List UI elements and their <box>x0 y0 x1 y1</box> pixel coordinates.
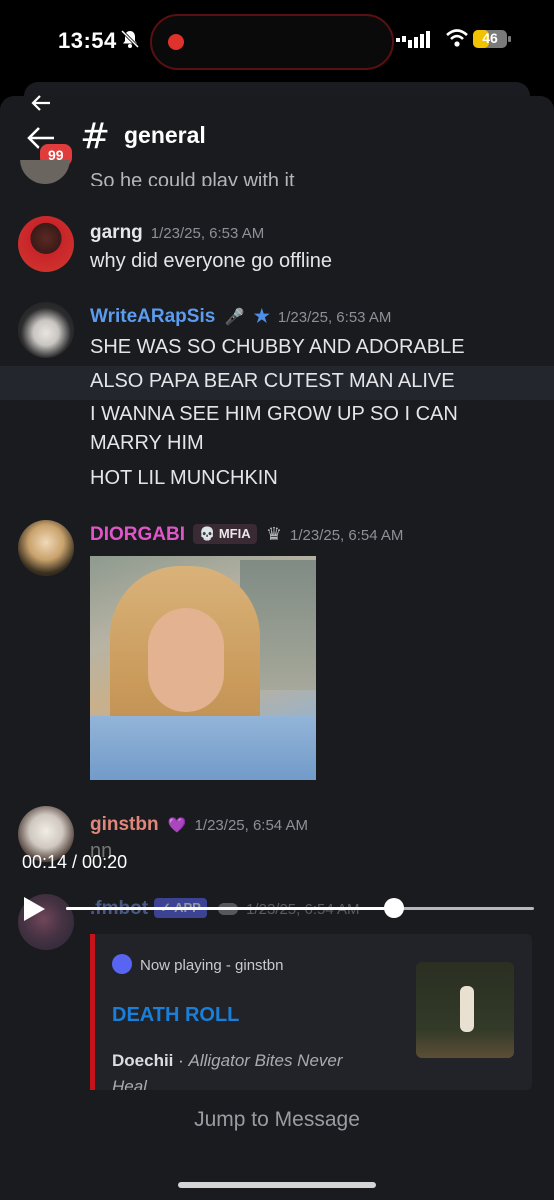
message-text: why did everyone go offline <box>90 250 333 272</box>
message-header: DIORGABI 💀 MFIA ♛ 1/23/25, 6:54 AM <box>90 524 403 546</box>
message-garng[interactable]: garng 1/23/25, 6:53 AM why did everyone g… <box>0 214 554 284</box>
message-header: garng 1/23/25, 6:53 AM <box>90 222 264 244</box>
bell-muted-icon <box>120 29 140 49</box>
video-time-display: 00:14 / 00:20 <box>22 852 128 872</box>
avatar[interactable] <box>18 302 74 358</box>
play-icon[interactable] <box>22 896 46 922</box>
now-playing-embed[interactable]: Now playing - ginstbn DEATH ROLL Doechii… <box>90 934 532 1090</box>
message-fmbot[interactable]: .fmbot✓ APP 1/23/25, 6:54 AM <box>0 892 554 950</box>
seek-thumb[interactable] <box>383 898 404 918</box>
author-name[interactable]: garng <box>90 222 143 243</box>
crown-icon: ♛ <box>265 524 283 545</box>
gif-attachment[interactable] <box>90 556 316 780</box>
seek-bar[interactable] <box>66 907 534 910</box>
author-name[interactable]: WriteARapSis <box>90 306 215 327</box>
channel-title[interactable]: general <box>124 122 206 149</box>
jump-to-message-button[interactable]: Jump to Message <box>0 1108 554 1132</box>
dynamic-island <box>150 14 394 70</box>
album-art[interactable] <box>416 962 514 1058</box>
album-art-figure <box>460 986 474 1032</box>
timestamp: 1/23/25, 6:53 AM <box>150 225 265 242</box>
gif-face <box>148 608 224 712</box>
message-text: So he could play with it <box>90 170 295 186</box>
embed-title[interactable]: DEATH ROLL <box>112 1004 239 1027</box>
recording-indicator-icon <box>168 34 184 50</box>
status-time: 13:54 <box>58 28 117 53</box>
message-text: ALSO PAPA BEAR CUTEST MAN ALIVE <box>90 370 455 392</box>
message-text: I WANNA SEE HIM GROW UP SO I CAN <box>90 403 458 425</box>
seek-bar-progress <box>66 907 394 910</box>
timestamp: 1/23/25, 6:53 AM <box>277 309 392 326</box>
timestamp: 1/23/25, 6:54 AM <box>194 817 308 834</box>
status-bar: 13:54 46 <box>0 0 554 80</box>
avatar[interactable] <box>20 160 70 186</box>
message-header: WriteARapSis 🎤 ★ 1/23/25, 6:53 AM <box>90 306 391 328</box>
embed-accent-bar <box>90 934 95 1090</box>
embed-artist: Doechii <box>112 1051 174 1070</box>
cellular-signal-icon <box>396 31 430 48</box>
heart-icon: 💜 <box>167 817 187 834</box>
message-header: ginstbn 💜 1/23/25, 6:54 AM <box>90 814 308 836</box>
message-text: MARRY HIM <box>90 432 204 454</box>
channel-header: 99 # general <box>0 112 554 168</box>
message-text: SHE WAS SO CHUBBY AND ADORABLE <box>90 336 465 358</box>
timestamp: 1/23/25, 6:54 AM <box>290 527 404 544</box>
back-arrow-small-icon[interactable] <box>30 92 52 114</box>
author-name[interactable]: DIORGABI <box>90 524 185 545</box>
author-name[interactable]: ginstbn <box>90 814 159 835</box>
embed-provider: Now playing - ginstbn <box>112 954 283 974</box>
hashtag-icon: # <box>80 116 111 157</box>
star-icon: ★ <box>253 306 270 326</box>
message-writearapsis[interactable]: WriteARapSis 🎤 ★ 1/23/25, 6:53 AM SHE WAS… <box>0 300 554 496</box>
embed-description: Doechii · Alligator Bites Never Heal <box>112 1048 382 1090</box>
skull-icon: 💀 <box>199 526 216 541</box>
role-tag: 💀 MFIA <box>193 524 257 544</box>
avatar[interactable] <box>18 216 74 272</box>
avatar[interactable] <box>18 520 74 576</box>
microphone-icon: 🎤 <box>224 309 245 326</box>
home-indicator[interactable] <box>178 1182 376 1188</box>
message-text: HOT LIL MUNCHKIN <box>90 467 278 489</box>
wifi-icon <box>446 29 468 47</box>
embed-separator: · <box>173 1051 189 1070</box>
battery-level: 46 <box>482 30 498 46</box>
gif-shirt <box>90 716 316 780</box>
discord-icon <box>112 954 132 974</box>
